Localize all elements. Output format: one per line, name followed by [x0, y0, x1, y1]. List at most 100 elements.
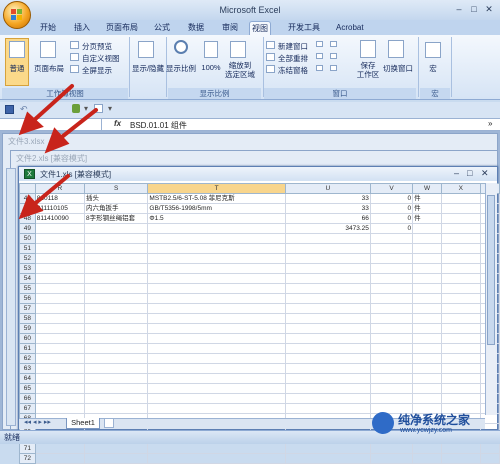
cell[interactable]: [83, 313, 149, 324]
cell[interactable]: [412, 283, 443, 294]
cell[interactable]: [34, 443, 85, 454]
office-button[interactable]: [3, 1, 31, 29]
cell[interactable]: 0: [369, 213, 414, 224]
cell[interactable]: [34, 313, 85, 324]
row-header[interactable]: 59: [19, 323, 36, 334]
cell[interactable]: [34, 293, 85, 304]
cell[interactable]: [441, 353, 481, 364]
cell[interactable]: [412, 233, 443, 244]
expand-formula-icon[interactable]: »: [488, 119, 492, 128]
cell[interactable]: [412, 333, 443, 344]
unhide-window-icon[interactable]: [316, 65, 323, 71]
cell[interactable]: [83, 453, 149, 464]
cell[interactable]: [441, 443, 481, 454]
cell[interactable]: [284, 343, 371, 354]
cell[interactable]: [412, 223, 443, 234]
cell[interactable]: [412, 393, 443, 404]
cell[interactable]: [147, 403, 286, 414]
cell[interactable]: [83, 403, 149, 414]
tab-formulas[interactable]: 公式: [152, 21, 172, 35]
window-close-button[interactable]: ✕: [481, 168, 489, 179]
cell[interactable]: [34, 453, 85, 464]
cell[interactable]: [34, 273, 85, 284]
row-header[interactable]: 56: [19, 293, 36, 304]
cell[interactable]: [284, 453, 371, 464]
cell[interactable]: [284, 323, 371, 334]
cell[interactable]: [34, 253, 85, 264]
row-header[interactable]: 63: [19, 363, 36, 374]
cell[interactable]: [412, 443, 443, 454]
zoom-button[interactable]: 显示比例: [165, 63, 197, 74]
tab-developer[interactable]: 开发工具: [286, 21, 322, 35]
cell[interactable]: [369, 353, 414, 364]
cell[interactable]: [369, 393, 414, 404]
cell[interactable]: [34, 263, 85, 274]
cell[interactable]: 件: [412, 203, 443, 214]
cell[interactable]: [441, 363, 481, 374]
cell[interactable]: [441, 203, 481, 214]
cell[interactable]: 33: [284, 193, 371, 204]
cell[interactable]: [147, 293, 286, 304]
cell[interactable]: [34, 393, 85, 404]
cell[interactable]: [34, 243, 85, 254]
vertical-scroll-thumb[interactable]: [487, 195, 495, 345]
cell[interactable]: [441, 213, 481, 224]
cell[interactable]: [412, 253, 443, 264]
cell[interactable]: [479, 453, 500, 464]
cell[interactable]: [34, 283, 85, 294]
cell[interactable]: [284, 403, 371, 414]
split-icon[interactable]: [316, 41, 323, 47]
tab-review[interactable]: 审阅: [220, 21, 240, 35]
tab-insert[interactable]: 插入: [72, 21, 92, 35]
zoom-to-selection-button[interactable]: 缩放到 选定区域: [224, 61, 256, 79]
cell[interactable]: [369, 443, 414, 454]
zoom-100-button[interactable]: 100%: [199, 63, 223, 72]
cell[interactable]: [369, 253, 414, 264]
row-header[interactable]: 51: [19, 243, 36, 254]
cell[interactable]: 66: [284, 213, 371, 224]
cell[interactable]: [441, 193, 481, 204]
show-hide-button[interactable]: 显示/隐藏: [128, 63, 168, 74]
window-minimize-button[interactable]: –: [454, 168, 459, 178]
cell[interactable]: [284, 313, 371, 324]
cell[interactable]: [34, 363, 85, 374]
macros-button[interactable]: 宏: [422, 63, 444, 74]
cell[interactable]: [369, 273, 414, 284]
cell[interactable]: [441, 283, 481, 294]
row-header[interactable]: 53: [19, 263, 36, 274]
cell[interactable]: [83, 303, 149, 314]
cell[interactable]: [412, 273, 443, 284]
cell[interactable]: 件: [412, 213, 443, 224]
cell[interactable]: [412, 303, 443, 314]
formula-input[interactable]: BSD.01.01 组件: [130, 120, 187, 131]
cell[interactable]: [147, 333, 286, 344]
cell[interactable]: [412, 453, 443, 464]
cell[interactable]: [147, 453, 286, 464]
cell[interactable]: [83, 353, 149, 364]
cell[interactable]: [412, 263, 443, 274]
cell[interactable]: [441, 453, 481, 464]
row-header[interactable]: 61: [19, 343, 36, 354]
tab-view[interactable]: 视图: [249, 21, 271, 35]
cell[interactable]: [147, 323, 286, 334]
cell[interactable]: [284, 263, 371, 274]
window-restore-button[interactable]: □: [467, 168, 472, 178]
cell[interactable]: [284, 393, 371, 404]
cell[interactable]: 0: [369, 193, 414, 204]
tab-data[interactable]: 数据: [186, 21, 206, 35]
cell[interactable]: [147, 443, 286, 454]
cell[interactable]: [369, 323, 414, 334]
cell[interactable]: [441, 323, 481, 334]
cell[interactable]: [369, 313, 414, 324]
cell[interactable]: [441, 333, 481, 344]
cell[interactable]: [412, 363, 443, 374]
cell[interactable]: [284, 293, 371, 304]
cell[interactable]: [147, 283, 286, 294]
cell[interactable]: [34, 373, 85, 384]
cell[interactable]: [412, 313, 443, 324]
cell[interactable]: [284, 443, 371, 454]
page-layout-view-icon[interactable]: [40, 41, 56, 58]
switch-windows-button[interactable]: 切换窗口: [380, 63, 416, 74]
column-header[interactable]: V: [369, 183, 414, 194]
sheet-tab[interactable]: Sheet1: [66, 418, 100, 429]
